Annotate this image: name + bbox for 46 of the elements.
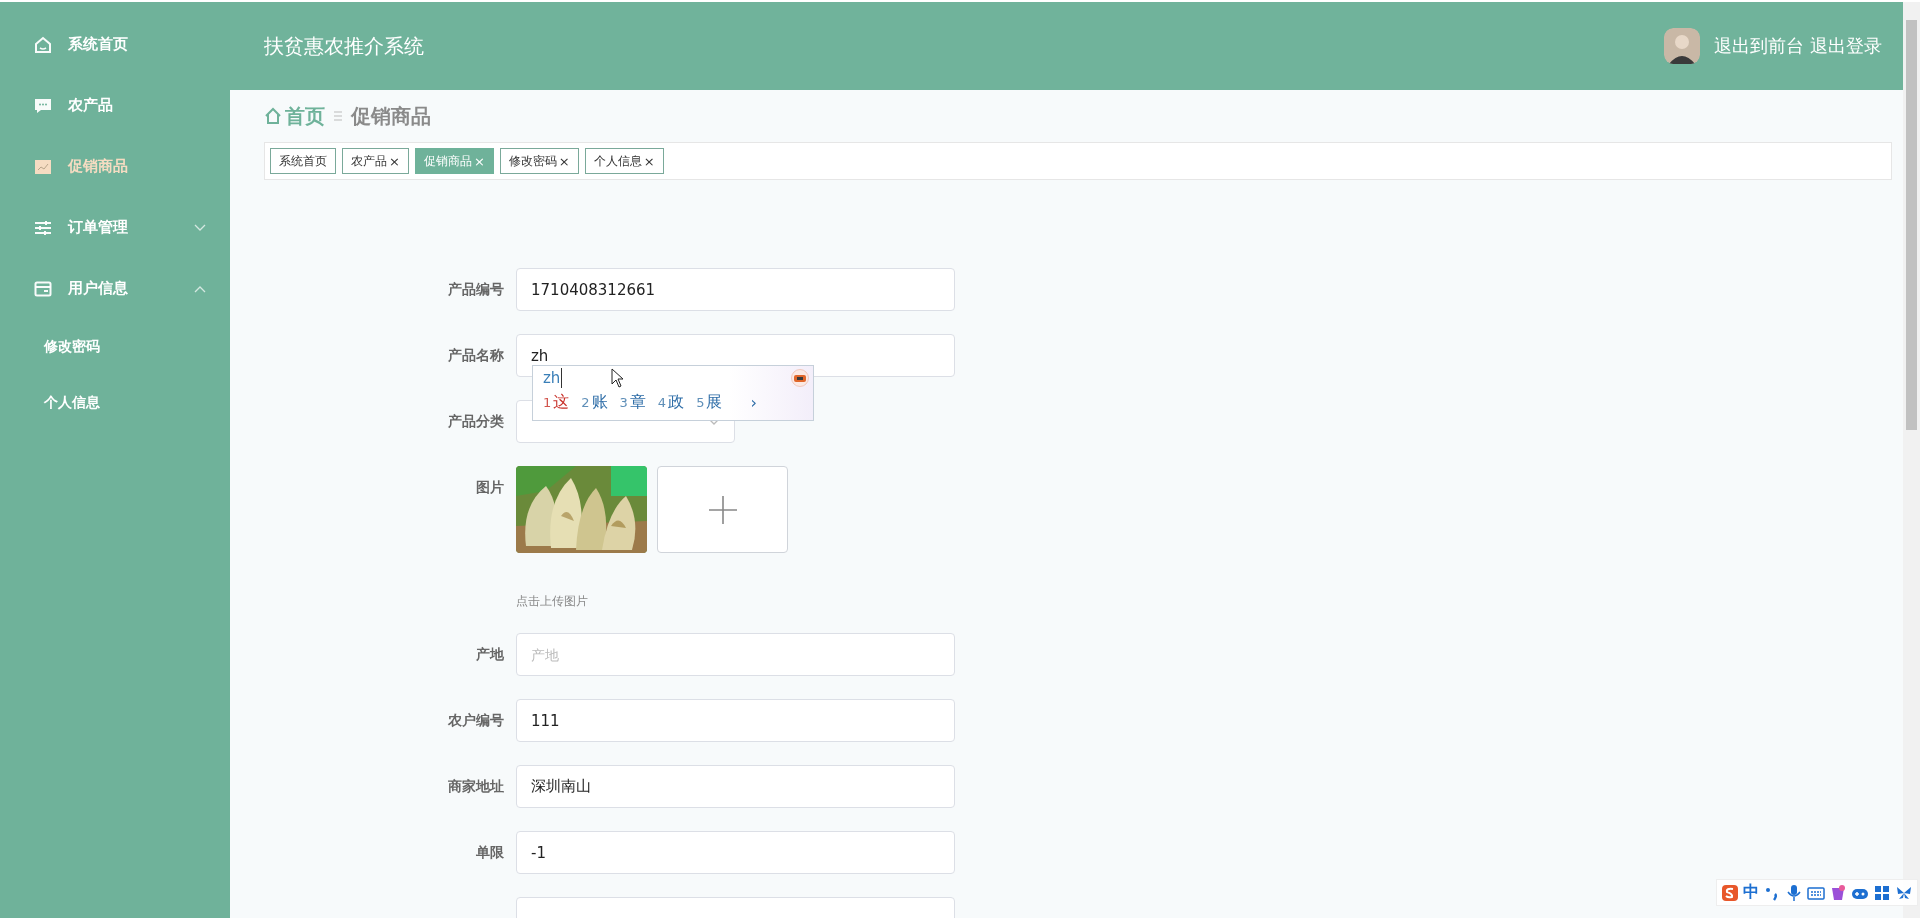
ime-composition: zh [543, 368, 563, 388]
chart-icon [34, 157, 52, 176]
ime-candidate[interactable]: 5展 [696, 392, 723, 413]
field-label: 产地 [476, 646, 504, 662]
avatar [1664, 28, 1700, 64]
field-label: 产品编号 [448, 281, 504, 297]
next-page-button[interactable]: › [750, 393, 757, 412]
microphone-icon[interactable] [1785, 883, 1803, 902]
sliders-icon [34, 218, 52, 237]
tab[interactable]: 修改密码× [499, 148, 579, 174]
field-label: 单限 [476, 844, 504, 860]
text-field[interactable]: -1 [516, 831, 955, 874]
app-title: 扶贫惠农推介系统 [264, 32, 424, 60]
home-icon [264, 107, 282, 125]
chat-icon [34, 96, 52, 115]
ime-candidate[interactable]: 1 这 [543, 392, 570, 413]
ime-candidate[interactable]: 4政 [657, 392, 685, 413]
plus-icon [707, 494, 738, 525]
input-mode-toggle[interactable]: 中 [1743, 882, 1759, 903]
field-label: 图片 [476, 479, 504, 495]
breadcrumb-current: 促销商品 [351, 102, 431, 130]
mouse-pointer-icon [611, 368, 625, 388]
upload-hint: 点击上传图片 [516, 593, 589, 610]
ime-logo-icon [791, 369, 809, 387]
tab[interactable]: 个人信息× [584, 148, 664, 174]
text-field[interactable]: 111 [516, 699, 955, 742]
card-icon [34, 279, 52, 298]
grid-icon[interactable] [1873, 883, 1891, 902]
field-label: 产品分类 [448, 413, 504, 429]
field-label: 产品名称 [448, 347, 504, 363]
tab[interactable]: 系统首页 [270, 148, 336, 174]
ime-logo-icon[interactable] [1721, 883, 1739, 902]
chevron-up-icon[interactable] [194, 284, 206, 293]
field-label: 农户编号 [448, 712, 504, 728]
text-field[interactable]: 产地 [516, 633, 955, 676]
home-icon [34, 35, 52, 54]
tab[interactable]: 农产品× [342, 148, 409, 174]
field-label: 商家地址 [448, 778, 504, 794]
ime-candidate[interactable]: 2 账 [581, 392, 608, 413]
separator-icon [333, 111, 343, 121]
vertical-scrollbar[interactable] [1903, 2, 1920, 918]
cup-icon[interactable] [1829, 883, 1847, 902]
chevron-down-icon[interactable] [194, 223, 206, 232]
text-field[interactable]: 1710408312661 [516, 268, 955, 311]
ime-candidate[interactable]: 3 章 [619, 392, 646, 413]
text-field[interactable]: 深圳南山 [516, 765, 955, 808]
